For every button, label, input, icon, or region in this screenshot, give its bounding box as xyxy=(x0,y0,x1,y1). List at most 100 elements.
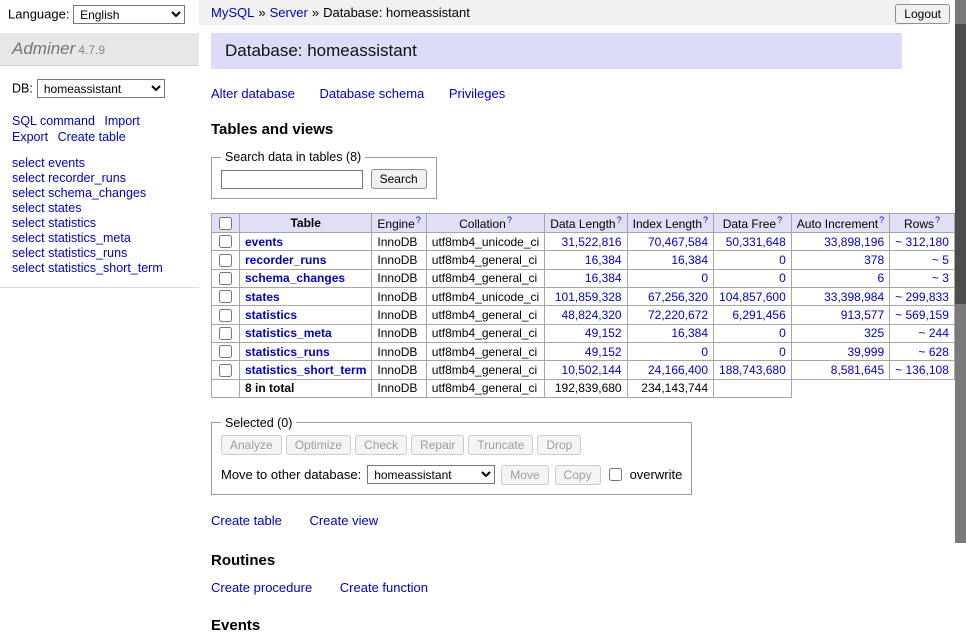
drop-button[interactable]: Drop xyxy=(537,435,581,455)
rows-link[interactable]: ~ 312,180 xyxy=(895,235,949,249)
sidebar-table-link[interactable]: select events xyxy=(12,156,199,171)
analyze-button[interactable]: Analyze xyxy=(221,435,282,455)
search-button[interactable]: Search xyxy=(371,169,427,189)
rows-link[interactable]: ~ 244 xyxy=(919,326,949,340)
index-length-link[interactable]: 72,220,672 xyxy=(648,308,708,322)
sidebar-table-link[interactable]: select statistics xyxy=(12,216,199,231)
scrollbar[interactable] xyxy=(955,0,966,543)
table-name-link[interactable]: statistics_meta xyxy=(245,326,332,340)
index-length-link[interactable]: 0 xyxy=(701,271,708,285)
rows-link[interactable]: ~ 5 xyxy=(932,253,949,267)
table-name-link[interactable]: statistics_short_term xyxy=(245,363,366,377)
create-view-link[interactable]: Create view xyxy=(309,513,378,528)
app-name[interactable]: Adminer xyxy=(12,39,75,58)
data-free-link[interactable]: 0 xyxy=(779,253,786,267)
sidebar-table-link[interactable]: select statistics_runs xyxy=(12,246,199,261)
optimize-button[interactable]: Optimize xyxy=(286,435,351,455)
privileges-link[interactable]: Privileges xyxy=(449,86,505,101)
create-table-bottom-link[interactable]: Create table xyxy=(211,513,282,528)
sidebar-table-link[interactable]: select schema_changes xyxy=(12,186,199,201)
row-checkbox[interactable] xyxy=(219,345,232,358)
data-length-link[interactable]: 101,859,328 xyxy=(555,290,622,304)
sql-command-link[interactable]: SQL command xyxy=(12,114,95,128)
help-link[interactable]: ? xyxy=(935,215,940,225)
create-function-link[interactable]: Create function xyxy=(340,580,428,595)
move-button[interactable]: Move xyxy=(501,465,548,485)
create-procedure-link[interactable]: Create procedure xyxy=(211,580,312,595)
help-link[interactable]: ? xyxy=(507,215,512,225)
table-name-link[interactable]: recorder_runs xyxy=(245,253,326,267)
table-name-link[interactable]: schema_changes xyxy=(245,271,345,285)
logout-button[interactable]: Logout xyxy=(895,4,950,24)
database-schema-link[interactable]: Database schema xyxy=(319,86,424,101)
auto-increment-link[interactable]: 6 xyxy=(877,271,884,285)
row-checkbox[interactable] xyxy=(219,309,232,322)
data-length-link[interactable]: 31,522,816 xyxy=(562,235,622,249)
index-length-link[interactable]: 0 xyxy=(701,345,708,359)
breadcrumb-mysql-link[interactable]: MySQL xyxy=(211,5,254,20)
row-checkbox[interactable] xyxy=(219,254,232,267)
table-name-link[interactable]: statistics xyxy=(245,308,297,322)
scrollbar-thumb[interactable] xyxy=(955,24,966,304)
data-length-link[interactable]: 16,384 xyxy=(585,253,622,267)
help-link[interactable]: ? xyxy=(416,215,421,225)
data-length-link[interactable]: 16,384 xyxy=(585,271,622,285)
import-link[interactable]: Import xyxy=(104,114,139,128)
data-length-link[interactable]: 48,824,320 xyxy=(562,308,622,322)
index-length-link[interactable]: 16,384 xyxy=(671,326,708,340)
db-select[interactable]: homeassistant xyxy=(37,79,165,98)
help-link[interactable]: ? xyxy=(879,215,884,225)
table-name-link[interactable]: statistics_runs xyxy=(245,345,330,359)
row-checkbox[interactable] xyxy=(219,235,232,248)
export-link[interactable]: Export xyxy=(12,130,48,144)
help-link[interactable]: ? xyxy=(617,215,622,225)
copy-button[interactable]: Copy xyxy=(555,465,601,485)
data-free-link[interactable]: 50,331,648 xyxy=(726,235,786,249)
index-length-link[interactable]: 70,467,584 xyxy=(648,235,708,249)
data-length-link[interactable]: 10,502,144 xyxy=(562,363,622,377)
select-all-checkbox[interactable] xyxy=(219,217,232,230)
index-length-link[interactable]: 16,384 xyxy=(671,253,708,267)
sidebar-table-link[interactable]: select recorder_runs xyxy=(12,171,199,186)
row-checkbox[interactable] xyxy=(219,272,232,285)
auto-increment-link[interactable]: 33,898,196 xyxy=(824,235,884,249)
auto-increment-link[interactable]: 33,398,984 xyxy=(824,290,884,304)
rows-link[interactable]: ~ 136,108 xyxy=(895,363,949,377)
search-input[interactable] xyxy=(221,170,363,189)
auto-increment-link[interactable]: 39,999 xyxy=(847,345,884,359)
overwrite-checkbox[interactable] xyxy=(609,468,622,481)
row-checkbox[interactable] xyxy=(219,327,232,340)
data-free-link[interactable]: 6,291,456 xyxy=(732,308,785,322)
create-table-link[interactable]: Create table xyxy=(58,130,126,144)
help-link[interactable]: ? xyxy=(777,215,782,225)
rows-link[interactable]: ~ 628 xyxy=(919,345,949,359)
data-free-link[interactable]: 0 xyxy=(779,271,786,285)
index-length-link[interactable]: 24,166,400 xyxy=(648,363,708,377)
auto-increment-link[interactable]: 325 xyxy=(864,326,884,340)
rows-link[interactable]: ~ 3 xyxy=(932,271,949,285)
sidebar-table-link[interactable]: select statistics_short_term xyxy=(12,261,199,276)
auto-increment-link[interactable]: 913,577 xyxy=(841,308,884,322)
truncate-button[interactable]: Truncate xyxy=(468,435,533,455)
row-checkbox[interactable] xyxy=(219,290,232,303)
table-name-link[interactable]: states xyxy=(245,290,280,304)
sidebar-table-link[interactable]: select states xyxy=(12,201,199,216)
data-length-link[interactable]: 49,152 xyxy=(585,345,622,359)
table-name-link[interactable]: events xyxy=(245,235,283,249)
repair-button[interactable]: Repair xyxy=(411,435,464,455)
index-length-link[interactable]: 67,256,320 xyxy=(648,290,708,304)
data-free-link[interactable]: 0 xyxy=(779,326,786,340)
sidebar-table-link[interactable]: select statistics_meta xyxy=(12,231,199,246)
auto-increment-link[interactable]: 8,581,645 xyxy=(831,363,884,377)
rows-link[interactable]: ~ 569,159 xyxy=(895,308,949,322)
data-free-link[interactable]: 188,743,680 xyxy=(719,363,786,377)
check-button[interactable]: Check xyxy=(355,435,407,455)
rows-link[interactable]: ~ 299,833 xyxy=(895,290,949,304)
move-db-select[interactable]: homeassistant xyxy=(367,465,495,484)
data-free-link[interactable]: 104,857,600 xyxy=(719,290,786,304)
help-link[interactable]: ? xyxy=(703,215,708,225)
alter-database-link[interactable]: Alter database xyxy=(211,86,295,101)
auto-increment-link[interactable]: 378 xyxy=(864,253,884,267)
data-free-link[interactable]: 0 xyxy=(779,345,786,359)
language-select[interactable]: English xyxy=(73,5,185,24)
